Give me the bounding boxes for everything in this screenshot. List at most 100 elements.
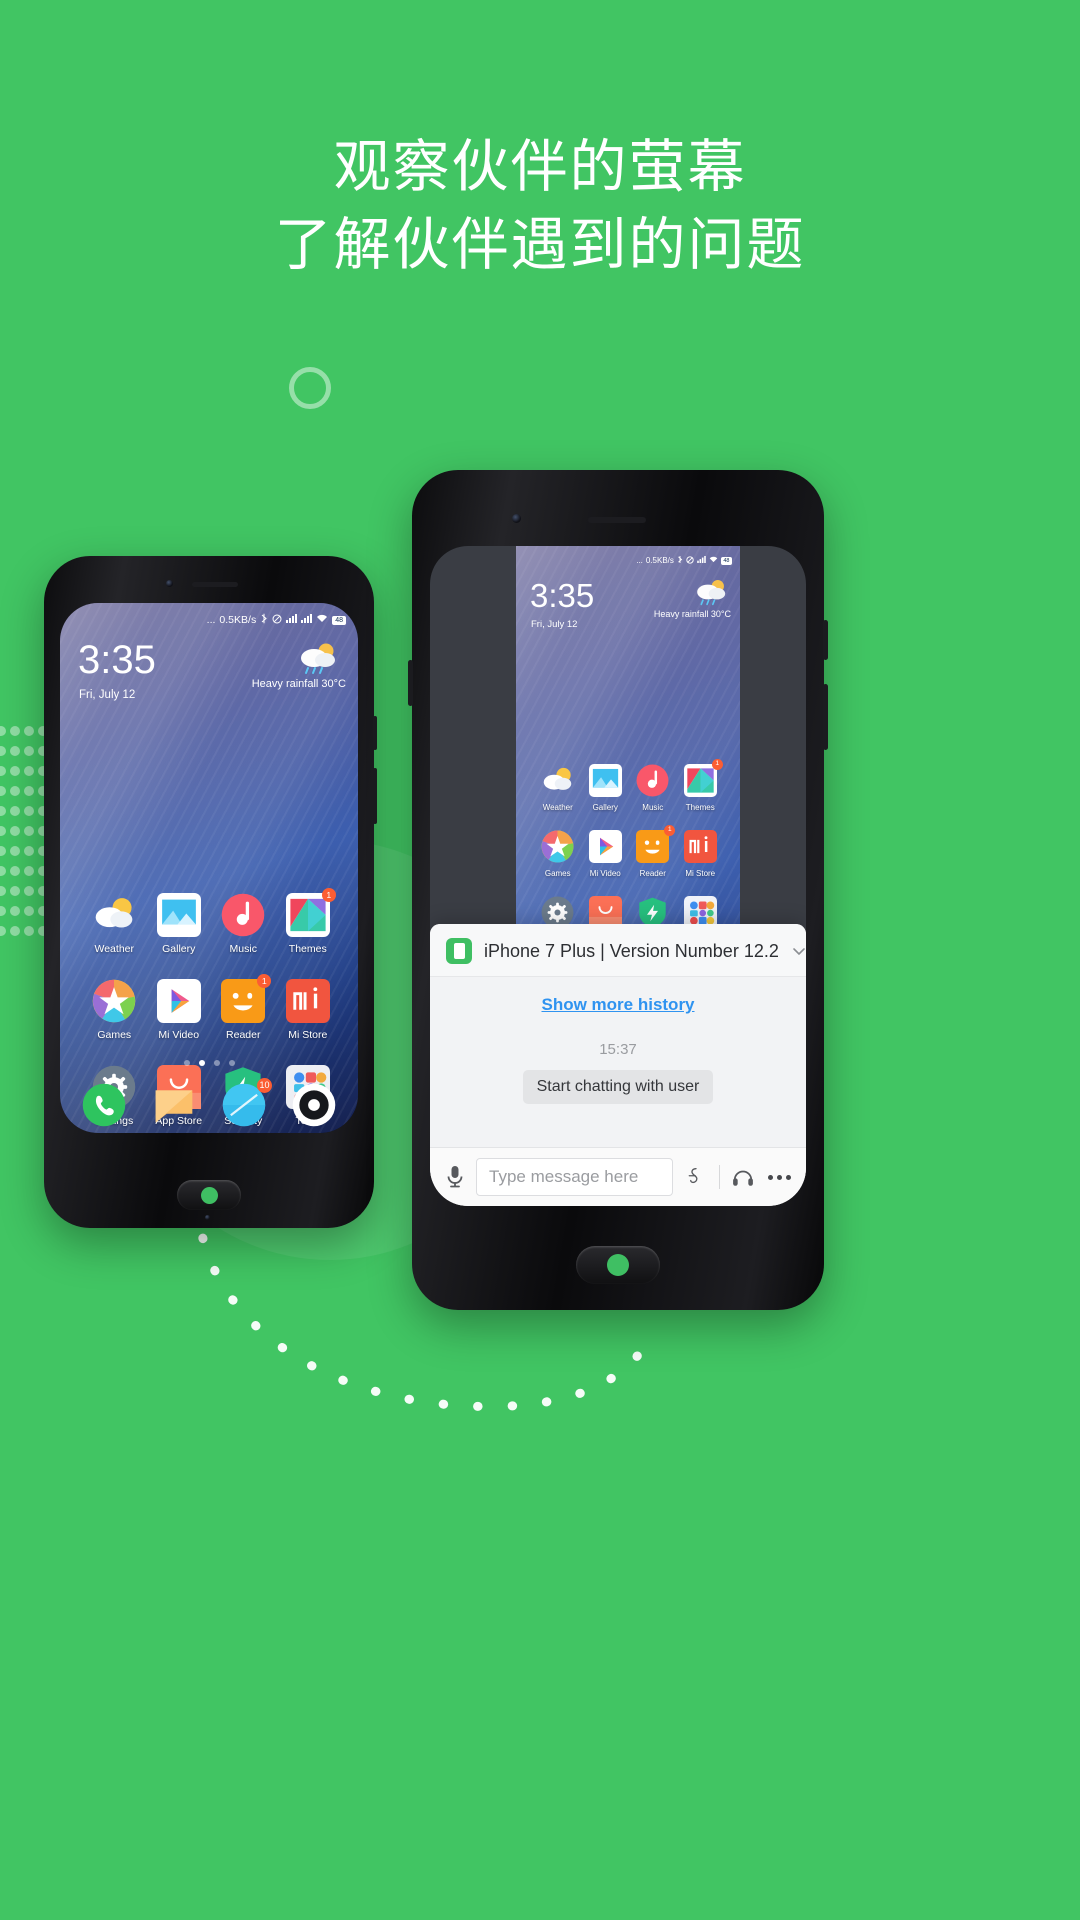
app-icon-mi-store[interactable]: Mi Store [677,830,725,878]
volume-button [823,684,828,750]
app-label: Themes [288,943,327,955]
network-speed: 0.5KB/s [645,556,674,565]
mi-video-icon [588,830,622,863]
app-icon-music[interactable]: Music [211,893,276,955]
phone-right: ... 0.5KB/s 48 3:35 Fri, July 12 Heavy r… [408,470,828,1310]
gallery-icon [156,893,201,937]
mute-icon [686,555,694,566]
status-bar: ... 0.5KB/s 48 [60,613,346,627]
app-icon-reader[interactable]: 1 Reader [211,974,276,1041]
app-icon-games[interactable]: Games [534,830,582,878]
phone-right-screen: ... 0.5KB/s 48 3:35 Fri, July 12 Heavy r… [430,546,806,1206]
app-label: Mi Video [158,1029,200,1041]
earpiece-speaker [588,517,646,523]
show-more-history-link[interactable]: Show more history [430,995,806,1015]
home-button[interactable] [576,1246,660,1284]
notification-badge: 1 [321,888,336,902]
app-grid: Weather Gallery Music 1 Themes Games Mi … [534,759,725,944]
chat-panel: iPhone 7 Plus | Version Number 12.2 Show… [430,924,806,1206]
headline-line-1: 观察伙伴的萤幕 [333,135,747,199]
headset-icon[interactable] [730,1163,756,1191]
app-icon-weather[interactable]: Weather [534,764,582,812]
mi-video-icon [156,979,201,1023]
app-label: Games [97,1029,132,1041]
app-label: Mi Video [589,869,621,878]
camera-icon [292,1083,336,1127]
themes-icon: 1 [683,759,723,797]
app-icon-themes[interactable]: 1 Themes [276,888,341,955]
app-label: Reader [226,1029,261,1041]
headline-line-2: 了解伙伴遇到的问题 [274,213,806,277]
app-icon-gallery[interactable]: Gallery [147,893,212,955]
chat-header[interactable]: iPhone 7 Plus | Version Number 12.2 [430,924,806,977]
mi-store-icon [285,979,330,1023]
battery-level: 48 [332,615,346,625]
dock-messages[interactable] [152,1083,196,1127]
side-button [823,620,828,660]
weather-icon [697,580,726,606]
weather-widget: Heavy rainfall 30°C [216,641,346,690]
home-button[interactable] [177,1180,241,1210]
divider [719,1165,720,1189]
emoji-sticker-icon[interactable] [683,1163,709,1191]
dock: 10 [82,1078,336,1127]
app-label: Mi Store [685,869,716,878]
bottom-sensor [205,1215,210,1220]
message-input[interactable]: Type message here [476,1158,673,1196]
weather-icon [92,893,136,937]
status-bar: ... 0.5KB/s 48 [516,555,732,566]
dock-browser[interactable]: 10 [222,1078,272,1127]
earpiece-speaker [192,582,238,587]
lockscreen-date: Fri, July 12 [531,619,578,630]
games-icon [541,830,574,863]
messages-icon [152,1083,196,1127]
mute-icon [272,614,282,627]
app-icon-themes[interactable]: 1 Themes [677,759,725,812]
app-label: Mi Store [288,1029,328,1041]
chevron-down-icon[interactable] [791,943,806,959]
weather-condition: Heavy rainfall [251,678,319,690]
signal-icon [286,614,298,626]
mi-store-icon [683,830,717,863]
more-options-icon[interactable] [766,1163,792,1191]
app-icon-gallery[interactable]: Gallery [582,764,630,812]
system-message: Start chatting with user [522,1070,714,1104]
home-button-indicator [200,1186,218,1204]
app-label: Music [642,803,664,812]
app-icon-weather[interactable]: Weather [82,893,147,955]
page-title: 观察伙伴的萤幕 了解伙伴遇到的问题 [0,128,1080,284]
signal-icon [697,556,706,565]
phone-device-icon [446,938,472,964]
side-button [373,716,377,750]
dock-camera[interactable] [292,1083,336,1127]
wifi-icon [709,556,718,565]
weather-widget: Heavy rainfall 30°C [623,578,731,619]
weather-icon [301,643,335,674]
app-label: Themes [685,803,715,812]
page-dot [228,1060,235,1066]
bluetooth-icon [260,613,268,627]
microphone-icon[interactable] [444,1164,466,1190]
side-button [408,660,413,706]
weather-temperature: 30°C [321,678,346,690]
dock-phone[interactable] [82,1083,126,1127]
app-icon-mi-store[interactable]: Mi Store [276,979,341,1041]
app-label: Reader [639,869,666,878]
app-icon-mi-video[interactable]: Mi Video [147,979,212,1041]
notification-badge: 1 [711,759,723,770]
notification-badge: 10 [257,1078,272,1093]
reader-icon: 1 [221,974,272,1023]
page-dot [198,1060,205,1066]
app-icon-reader[interactable]: 1 Reader [629,825,677,878]
battery-indicator: 48 [720,556,732,565]
app-label: Weather [542,803,573,812]
volume-button [373,768,377,824]
front-camera-icon [512,514,521,523]
app-icon-music[interactable]: Music [629,764,677,812]
app-icon-games[interactable]: Games [82,979,147,1041]
app-icon-mi-video[interactable]: Mi Video [582,830,630,878]
phone-left: ... 0.5KB/s 48 3:35 Fri, July 12 Heavy r… [44,556,377,1228]
app-label: Music [229,943,257,955]
battery-indicator: 48 [332,615,346,625]
games-icon [92,979,136,1023]
